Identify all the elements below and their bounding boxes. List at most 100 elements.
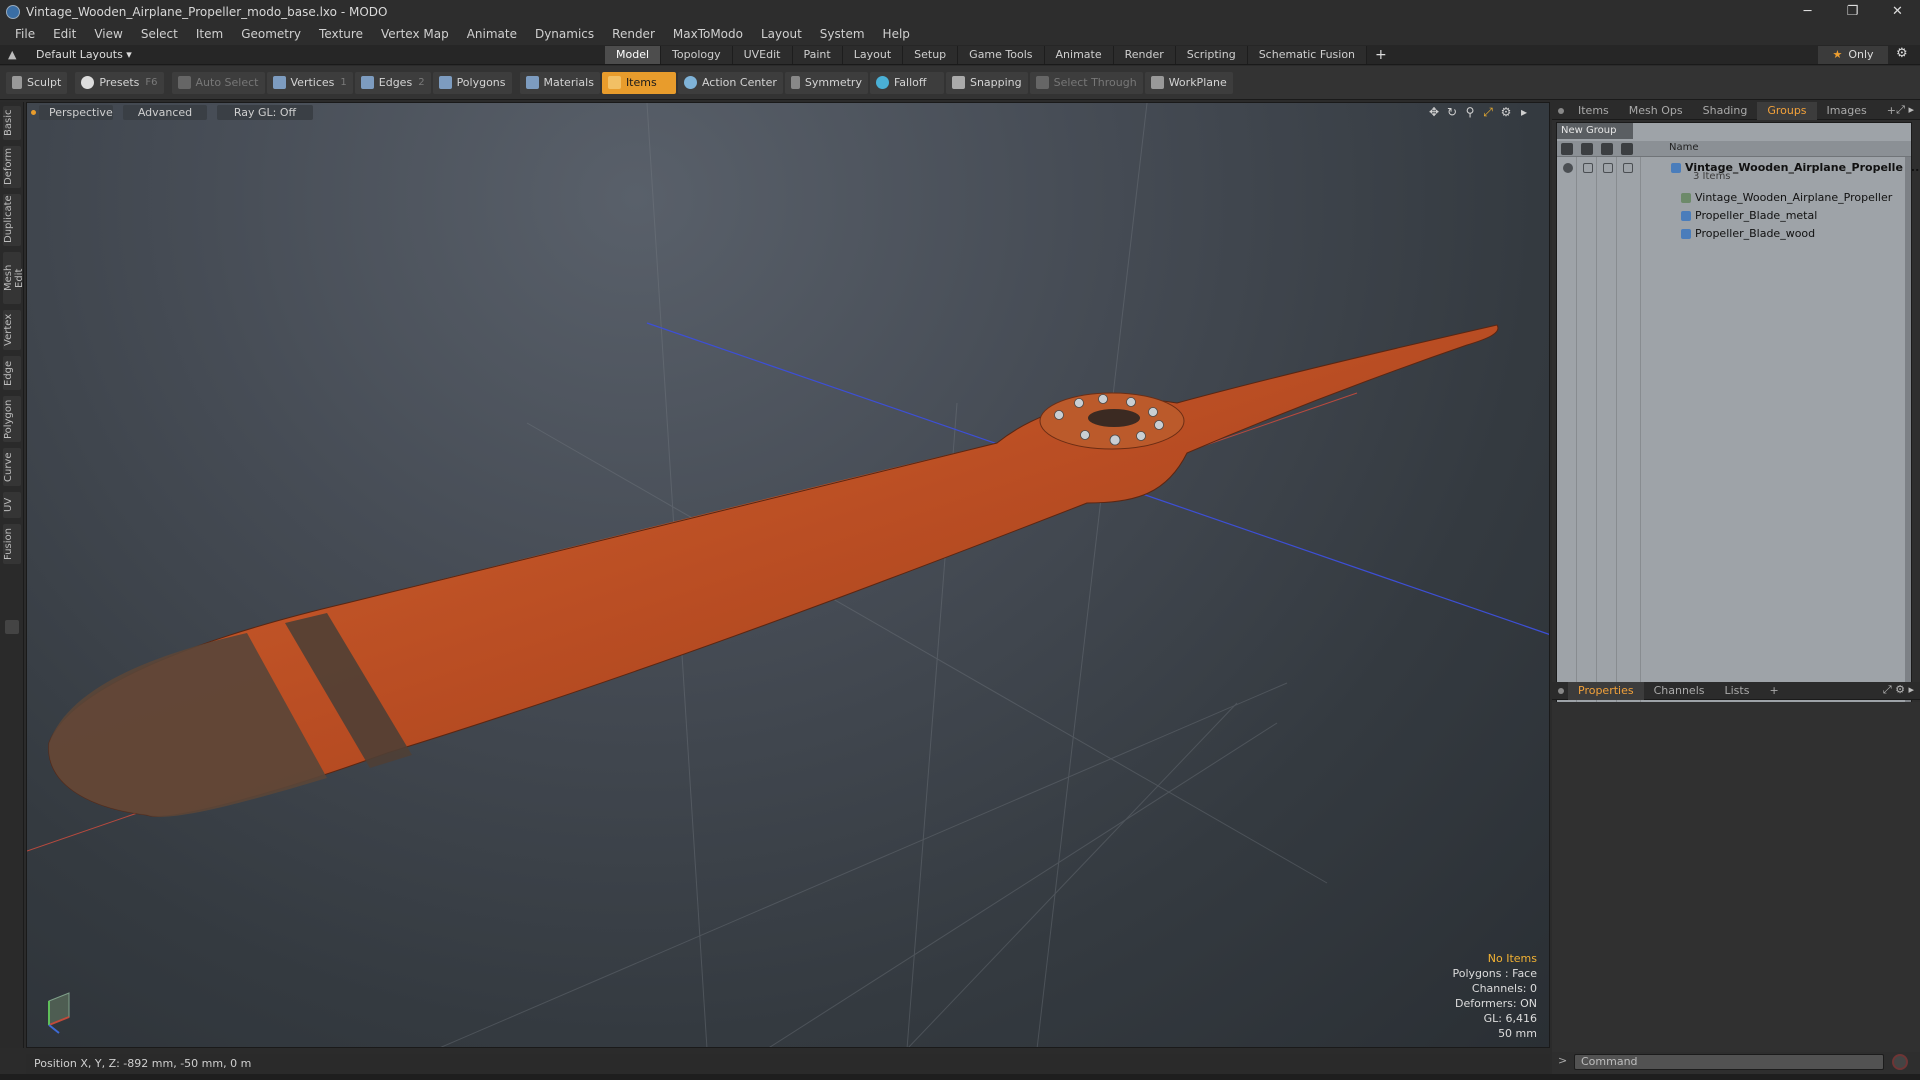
vtab-edge[interactable]: Edge [3, 356, 21, 390]
tab-mesh-ops[interactable]: Mesh Ops [1619, 102, 1693, 120]
tab-game-tools[interactable]: Game Tools [958, 46, 1045, 64]
items-button[interactable]: Items [601, 71, 676, 94]
collapse-arrow-icon[interactable]: ▲ [8, 48, 16, 61]
advanced-button[interactable]: Advanced [123, 105, 207, 120]
lock-icon[interactable] [1601, 143, 1613, 155]
falloff-button[interactable]: Falloff [869, 71, 944, 94]
visibility-eye-icon[interactable] [1561, 143, 1573, 155]
vtab-vertex[interactable]: Vertex [3, 310, 21, 350]
add-properties-tab-button[interactable]: + [1759, 682, 1788, 700]
layout-selector[interactable]: Default Layouts ▾ [36, 48, 132, 61]
group-render-checkbox[interactable] [1583, 163, 1593, 173]
panel-expand-icon[interactable]: ⤢ ▸ [1896, 103, 1914, 117]
only-button[interactable]: ★ Only [1818, 46, 1888, 64]
menu-geometry[interactable]: Geometry [232, 23, 310, 45]
render-toggle-icon[interactable] [1581, 143, 1593, 155]
tab-properties[interactable]: Properties [1568, 681, 1644, 700]
rotate-icon[interactable]: ↻ [1443, 105, 1461, 120]
group-select-checkbox[interactable] [1623, 163, 1633, 173]
properties-expand-icon[interactable]: ⤢ ⚙ ▸ [1883, 683, 1914, 697]
close-button[interactable]: ✕ [1875, 0, 1920, 23]
edges-button[interactable]: Edges 2 [354, 71, 431, 94]
raygl-button[interactable]: Ray GL: Off [217, 105, 313, 120]
tree-item-blade-wood[interactable]: Propeller_Blade_wood [1557, 225, 1911, 243]
command-input[interactable]: Command [1574, 1054, 1884, 1070]
menu-maxtomodo[interactable]: MaxToModo [664, 23, 752, 45]
tab-render[interactable]: Render [1113, 46, 1176, 64]
tab-schematic-fusion[interactable]: Schematic Fusion [1247, 46, 1368, 64]
vtab-duplicate[interactable]: Duplicate [3, 194, 21, 246]
command-history-button[interactable] [1892, 1054, 1908, 1070]
vtab-fusion[interactable]: Fusion [3, 524, 21, 564]
menu-layout[interactable]: Layout [752, 23, 811, 45]
tab-images[interactable]: Images [1817, 102, 1877, 120]
tab-items[interactable]: Items [1568, 102, 1619, 120]
tab-channels[interactable]: Channels [1644, 682, 1715, 700]
symmetry-button[interactable]: Symmetry [784, 71, 868, 94]
zoom-icon[interactable]: ⚲ [1461, 105, 1479, 120]
vtab-deform[interactable]: Deform [3, 146, 21, 188]
vtab-mesh-edit[interactable]: Mesh Edit [3, 252, 25, 304]
presets-button[interactable]: Presets F6 [75, 71, 164, 94]
menu-dynamics[interactable]: Dynamics [526, 23, 603, 45]
panel-menu-dot[interactable] [1558, 107, 1564, 114]
tab-lists[interactable]: Lists [1715, 682, 1760, 700]
expand-arrow-icon[interactable]: ▸ [1515, 105, 1533, 120]
tab-model[interactable]: Model [605, 46, 662, 64]
group-row[interactable]: Vintage_Wooden_Airplane_Propelle ... 3 I… [1557, 159, 1919, 187]
vtab-uv[interactable]: UV [3, 492, 21, 518]
gear-icon[interactable]: ⚙ [1896, 46, 1908, 61]
minimize-button[interactable]: ─ [1785, 0, 1830, 23]
fit-icon[interactable]: ⤢ [1479, 105, 1497, 120]
perspective-button[interactable]: Perspective [39, 105, 113, 120]
tab-scripting[interactable]: Scripting [1175, 46, 1248, 64]
select-through-button[interactable]: Select Through [1029, 71, 1143, 94]
menu-help[interactable]: Help [874, 23, 919, 45]
menu-edit[interactable]: Edit [44, 23, 85, 45]
items-cube-icon [607, 76, 621, 89]
properties-menu-dot[interactable] [1558, 687, 1564, 694]
tab-topology[interactable]: Topology [661, 46, 733, 64]
auto-select-button[interactable]: Auto Select [171, 71, 265, 94]
select-toggle-icon[interactable] [1621, 143, 1633, 155]
polygons-button[interactable]: Polygons [432, 71, 512, 94]
auto-select-icon [177, 76, 191, 89]
group-visibility-icon[interactable] [1563, 163, 1573, 173]
menu-texture[interactable]: Texture [310, 23, 372, 45]
workplane-button[interactable]: WorkPlane [1144, 71, 1233, 94]
menu-view[interactable]: View [85, 23, 131, 45]
tab-animate[interactable]: Animate [1044, 46, 1114, 64]
tab-layout[interactable]: Layout [842, 46, 904, 64]
viewport-gear-icon[interactable]: ⚙ [1497, 105, 1515, 120]
maximize-button[interactable]: ❐ [1830, 0, 1875, 23]
materials-button[interactable]: Materials [519, 71, 600, 94]
menu-file[interactable]: File [6, 23, 44, 45]
vtab-polygon[interactable]: Polygon [3, 396, 21, 442]
menu-system[interactable]: System [811, 23, 874, 45]
3d-viewport[interactable]: Perspective Advanced Ray GL: Off ✥ ↻ ⚲ ⤢… [26, 102, 1550, 1048]
menu-select[interactable]: Select [132, 23, 187, 45]
new-group-button[interactable]: New Group [1557, 123, 1633, 139]
action-center-button[interactable]: Action Center [677, 71, 783, 94]
tab-setup[interactable]: Setup [903, 46, 959, 64]
sculpt-button[interactable]: Sculpt [6, 71, 68, 94]
tree-item-blade-metal[interactable]: Propeller_Blade_metal [1557, 207, 1911, 225]
menu-item[interactable]: Item [187, 23, 232, 45]
pan-icon[interactable]: ✥ [1425, 105, 1443, 120]
add-tab-button[interactable]: + [1367, 46, 1395, 64]
menu-render[interactable]: Render [603, 23, 664, 45]
snapping-button[interactable]: Snapping [945, 71, 1028, 94]
group-lock-checkbox[interactable] [1603, 163, 1613, 173]
tab-shading[interactable]: Shading [1693, 102, 1758, 120]
tab-paint[interactable]: Paint [792, 46, 843, 64]
vertices-button[interactable]: Vertices 1 [266, 71, 353, 94]
tree-item-propeller[interactable]: Vintage_Wooden_Airplane_Propeller [1557, 189, 1911, 207]
left-panel-toggle-button[interactable] [5, 620, 19, 634]
menu-vertex-map[interactable]: Vertex Map [372, 23, 458, 45]
vtab-basic[interactable]: Basic [3, 106, 21, 140]
tab-groups[interactable]: Groups [1757, 101, 1817, 120]
vtab-curve[interactable]: Curve [3, 448, 21, 486]
menu-animate[interactable]: Animate [458, 23, 526, 45]
tab-uvedit[interactable]: UVEdit [732, 46, 793, 64]
viewport-menu-dot[interactable] [31, 110, 36, 115]
